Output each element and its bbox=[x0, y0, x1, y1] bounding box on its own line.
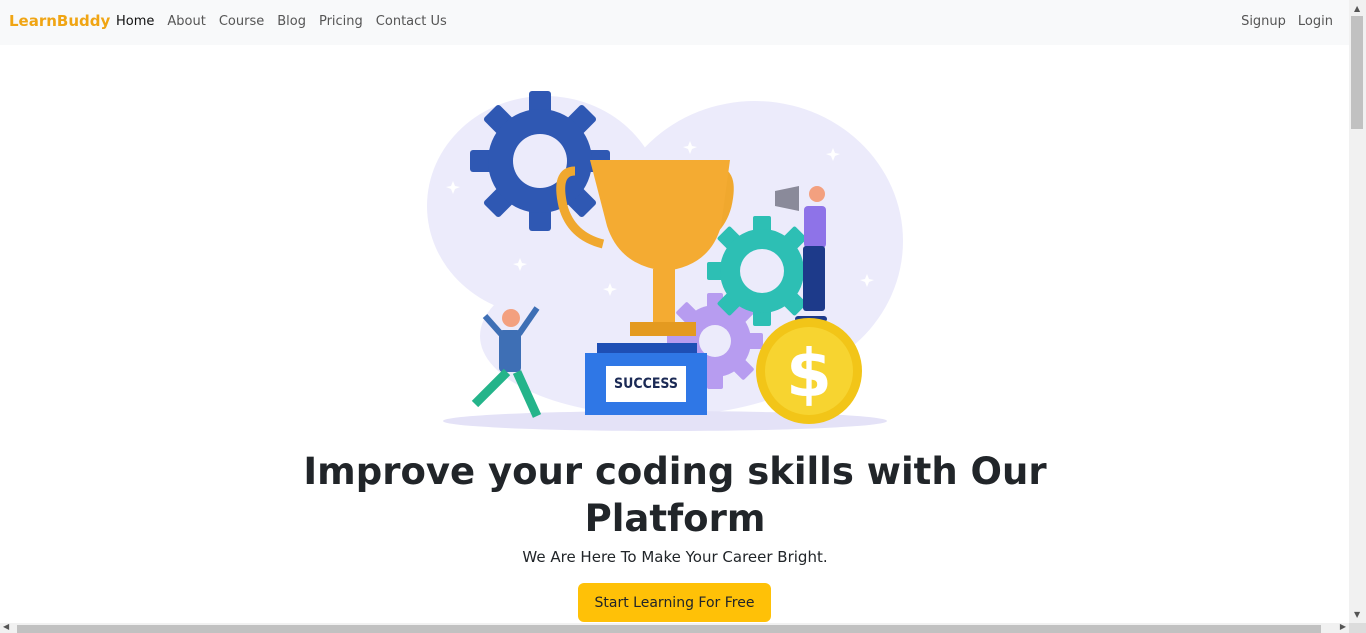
hero-subline: We Are Here To Make Your Career Bright. bbox=[522, 548, 828, 566]
brand-logo[interactable]: LearnBuddy bbox=[9, 12, 110, 30]
nav-link-pricing[interactable]: Pricing bbox=[319, 14, 363, 29]
dollar-coin-icon: $ bbox=[756, 318, 862, 424]
nav-link-blog[interactable]: Blog bbox=[277, 14, 306, 29]
scroll-right-icon[interactable]: ▶ bbox=[1340, 622, 1346, 631]
scroll-up-icon[interactable]: ▲ bbox=[1354, 4, 1360, 13]
blue-gear-icon bbox=[470, 91, 610, 231]
horizontal-scrollbar[interactable]: ◀ ▶ bbox=[0, 622, 1349, 633]
start-learning-button[interactable]: Start Learning For Free bbox=[578, 583, 771, 622]
scroll-down-icon[interactable]: ▼ bbox=[1354, 610, 1360, 619]
nav-link-course[interactable]: Course bbox=[219, 14, 264, 29]
nav-link-about[interactable]: About bbox=[167, 14, 205, 29]
signup-link[interactable]: Signup bbox=[1241, 14, 1286, 29]
hero-headline: Improve your coding skills with Our Plat… bbox=[303, 450, 1047, 540]
scroll-left-icon[interactable]: ◀ bbox=[3, 622, 9, 631]
vertical-scrollbar[interactable]: ▲ ▼ bbox=[1349, 0, 1366, 623]
vertical-scroll-thumb[interactable] bbox=[1351, 16, 1363, 129]
login-link[interactable]: Login bbox=[1298, 14, 1333, 29]
navbar: LearnBuddy Home About Course Blog Pricin… bbox=[0, 0, 1349, 45]
nav-link-home[interactable]: Home bbox=[116, 14, 154, 29]
scrollbar-corner bbox=[1349, 623, 1366, 633]
svg-text:$: $ bbox=[786, 335, 832, 412]
teal-gear-icon bbox=[707, 216, 817, 326]
nav-links: Home About Course Blog Pricing Contact U… bbox=[116, 14, 460, 29]
nav-link-contact-us[interactable]: Contact Us bbox=[376, 14, 447, 29]
nav-auth-links: Signup Login bbox=[1229, 14, 1333, 29]
success-label: SUCCESS bbox=[614, 376, 678, 392]
horizontal-scroll-thumb[interactable] bbox=[17, 625, 1321, 633]
